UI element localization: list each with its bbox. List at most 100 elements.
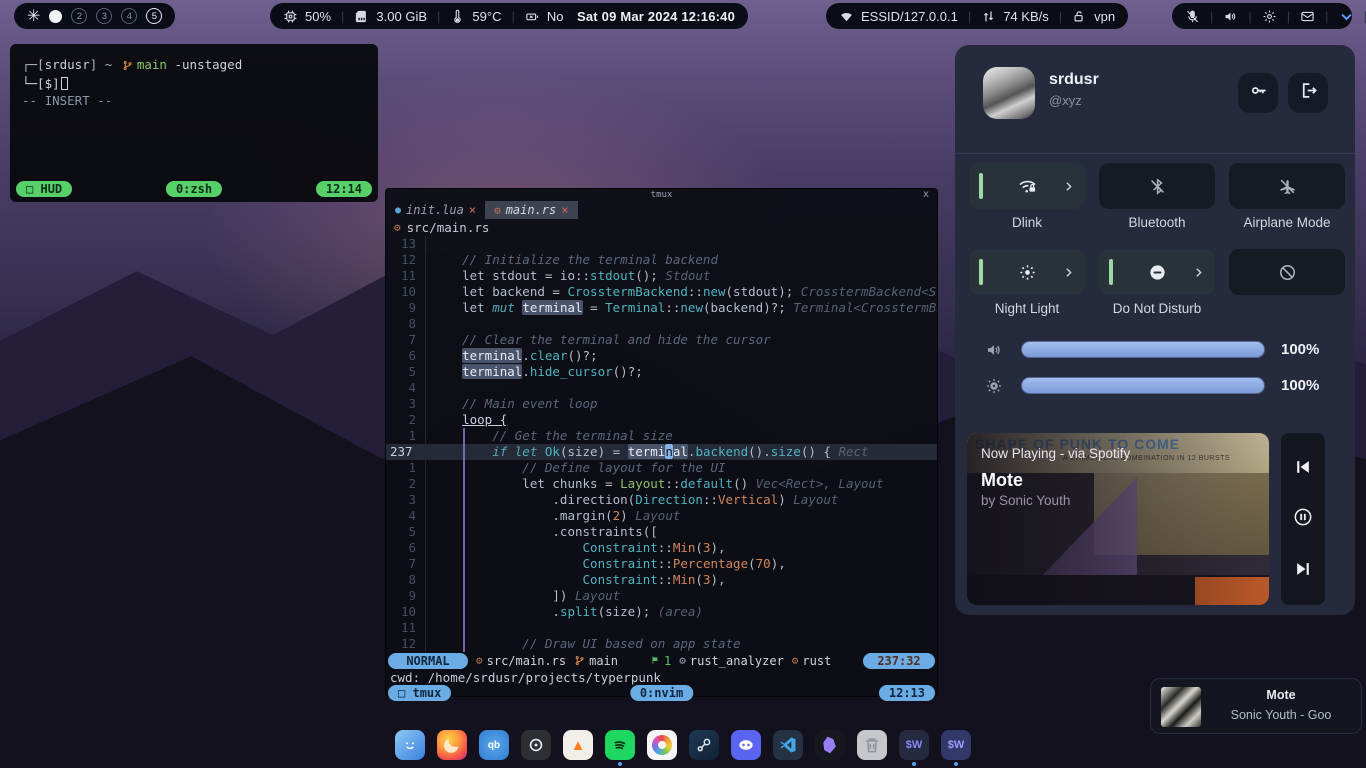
logout-icon — [1299, 81, 1318, 105]
control-center-panel: srdusr @xyz DlinkBluetoothAirplane ModeN… — [955, 45, 1355, 615]
sun-icon — [1018, 263, 1037, 282]
dock-icon-firefox[interactable] — [437, 730, 467, 760]
keyring-button[interactable] — [1238, 73, 1278, 113]
tile-label-night-light: Night Light — [969, 301, 1085, 316]
tmux-clock-pill: 12:13 — [879, 685, 935, 701]
dock-item-files — [395, 730, 425, 766]
mail-icon[interactable] — [1300, 9, 1315, 24]
dock-icon-photos[interactable] — [647, 730, 677, 760]
window-close-button[interactable]: x — [923, 189, 929, 200]
dock-icon-sw-terminal-2[interactable]: $W — [941, 730, 971, 760]
dock-item-spotify — [605, 730, 635, 766]
tmux-window-pill[interactable]: 0:zsh — [166, 181, 222, 197]
dock-icon-vscode[interactable] — [773, 730, 803, 760]
brightness-icon — [985, 377, 1003, 395]
dock-icon-spotify[interactable] — [605, 730, 635, 760]
dock-icon-sw-terminal-1[interactable]: $W — [899, 730, 929, 760]
tab-close-icon[interactable]: × — [561, 203, 568, 217]
tab-init-lua[interactable]: ● init.lua × — [386, 201, 485, 219]
workspace-1[interactable] — [49, 10, 62, 23]
dock-icon-vlc[interactable]: ▲ — [563, 730, 593, 760]
breadcrumb: ⚙ src/main.rs — [386, 219, 937, 236]
tab-close-icon[interactable]: × — [469, 203, 476, 217]
vpn-label: vpn — [1094, 9, 1115, 24]
dock-icon-obs[interactable] — [521, 730, 551, 760]
tmux-session-pill[interactable]: □ HUD — [16, 181, 72, 197]
code-line: 6 Constraint::Min(3), — [386, 540, 937, 556]
code-line: 7 Constraint::Percentage(70), — [386, 556, 937, 572]
code-line: 4 — [386, 380, 937, 396]
line-number: 3 — [386, 396, 426, 412]
tile-bluetooth[interactable] — [1099, 163, 1215, 209]
tmux-session-pill[interactable]: □ tmux — [388, 685, 451, 701]
tmux-window-pill[interactable]: 0:nvim — [630, 685, 693, 701]
tile-airplane-mode[interactable] — [1229, 163, 1345, 209]
user-name: srdusr — [1049, 71, 1099, 89]
dock-icon-qbittorrent[interactable]: qb — [479, 730, 509, 760]
dock-icon-trash[interactable] — [857, 730, 887, 760]
dock-icon-obsidian[interactable] — [815, 730, 845, 760]
mic-muted-icon[interactable] — [1185, 9, 1200, 24]
tile-night-light[interactable] — [969, 249, 1085, 295]
cwd-line: cwd: /home/srdusr/projects/typerpunk — [386, 669, 937, 685]
active-indicator — [979, 173, 983, 199]
thermometer-icon — [450, 9, 465, 24]
dock-running-indicator — [828, 762, 832, 766]
code-area[interactable]: 1312 // Initialize the terminal backend1… — [386, 236, 937, 652]
line-number: 8 — [386, 572, 426, 588]
line-number: 10 — [386, 284, 426, 300]
minus-circle-icon — [1148, 263, 1167, 282]
terminal-window[interactable]: ┌─[srdusr] ~ main -unstaged └─[$] -- INS… — [10, 44, 378, 202]
workspace-3[interactable]: 3 — [96, 8, 112, 24]
status-file: ⚙src/main.rs — [476, 654, 566, 668]
tile-blocked[interactable] — [1229, 249, 1345, 295]
line-number: 9 — [386, 300, 426, 316]
pause-button[interactable] — [1281, 499, 1325, 539]
code-line: 11 — [386, 620, 937, 636]
volume-slider[interactable] — [1021, 341, 1265, 358]
airplane-off-icon — [1278, 177, 1297, 196]
line-number: 5 — [386, 524, 426, 540]
editor-tmux-bar: □ tmux 0:nvim 12:13 — [388, 685, 935, 701]
chevron-right-icon[interactable] — [1062, 266, 1075, 279]
dock-icon-files[interactable] — [395, 730, 425, 760]
previous-track-button[interactable] — [1281, 449, 1325, 489]
chevron-right-icon[interactable] — [1062, 180, 1075, 193]
memory-icon — [354, 9, 369, 24]
line-number: 5 — [386, 364, 426, 380]
tile-do-not-disturb[interactable] — [1099, 249, 1215, 295]
dock-item-vscode — [773, 730, 803, 766]
chevron-right-icon[interactable] — [1192, 266, 1205, 279]
line-number: 8 — [386, 316, 426, 332]
line-number: 12 — [386, 636, 426, 652]
settings-gear-icon[interactable] — [1262, 9, 1277, 24]
volume-value: 100% — [1281, 341, 1319, 358]
chevron-down-icon[interactable] — [1339, 9, 1354, 24]
rust-gear-icon: ⚙ — [394, 221, 401, 234]
workspace-5[interactable]: 5 — [146, 8, 162, 24]
workspace-2[interactable]: 2 — [71, 8, 87, 24]
terminal-cursor — [61, 77, 68, 90]
tray-pill: ||||| — [1172, 3, 1352, 29]
scope-indent-guide — [463, 428, 465, 652]
vim-mode-pill: NORMAL — [388, 653, 468, 669]
tab-main-rs[interactable]: ⚙ main.rs × — [485, 201, 577, 219]
media-notification[interactable]: Mote Sonic Youth - Goo — [1150, 678, 1362, 734]
line-number: 2 — [386, 412, 426, 428]
workspace-4[interactable]: 4 — [121, 8, 137, 24]
editor-window[interactable]: tmux x ● init.lua × ⚙ main.rs × ⚙ src/ma… — [385, 188, 938, 697]
network-pill: ESSID/127.0.0.1 | 74 KB/s | vpn — [826, 3, 1128, 29]
cpu-icon — [283, 9, 298, 24]
tile-dlink[interactable] — [969, 163, 1085, 209]
line-number: 2 — [386, 476, 426, 492]
dock-icon-steam[interactable] — [689, 730, 719, 760]
logout-button[interactable] — [1288, 73, 1328, 113]
status-branch: main — [574, 654, 618, 668]
brightness-slider[interactable] — [1021, 377, 1265, 394]
volume-icon[interactable] — [1223, 9, 1238, 24]
next-track-button[interactable] — [1281, 551, 1325, 591]
line-number: 13 — [386, 236, 426, 252]
dock-icon-discord[interactable] — [731, 730, 761, 760]
line-number: 4 — [386, 380, 426, 396]
tile-label-airplane-mode: Airplane Mode — [1229, 215, 1345, 230]
